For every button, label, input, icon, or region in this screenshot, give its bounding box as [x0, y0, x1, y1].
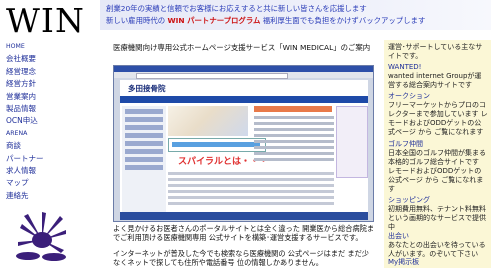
sample-site-screenshot[interactable]: 多田接骨院 スパイラルとは・・・	[113, 65, 374, 222]
nav-item-partner[interactable]: パートナー	[6, 153, 66, 165]
link-golf[interactable]: ゴルフ仲間	[388, 140, 488, 149]
page-title: 医療機関向け専用公式ホームページ支援サービス「WIN MEDICAL」のご案内	[113, 43, 371, 52]
nav-item-deals[interactable]: 商談	[6, 140, 66, 152]
header-banner: 創業20年の実績と信頼でお客様にお応えすると共に新しい皆さんを応援します 新しい…	[100, 0, 491, 30]
right-auction-text: フリーマーケットからプロのコレクターまで参加しています レモードおよびODDゲッ…	[388, 100, 488, 136]
nav-item-philosophy[interactable]: 経営理念	[6, 66, 66, 78]
banner-line-1: 創業20年の実績と信頼でお客様にお応えすると共に新しい皆さんを応援します	[106, 4, 367, 13]
description-paragraph-1: よく見かけるお医者さんのポータルサイトとは全く違った 開業医から総合病院までご利…	[113, 224, 375, 243]
right-meet: 出会い あなたとの出会いを待っている人がいます。のぞいて下さい	[388, 232, 488, 259]
sample-body-text	[168, 172, 334, 208]
sample-left-menu	[122, 106, 166, 216]
nav-item-map[interactable]: マップ	[6, 177, 66, 189]
emblem-icon	[16, 212, 66, 261]
right-intro: 運営･サポートしている主なサイトです。	[388, 43, 488, 61]
right-golf: ゴルフ仲間 日本全国のゴルフ仲間が集まる 本格的ゴルフ総合サイトです レモードお…	[388, 140, 488, 193]
right-intro-text: 運営･サポートしている主なサイトです。	[388, 43, 483, 60]
right-meet-text: あなたとの出会いを待っている人がいます。のぞいて下さい	[388, 240, 486, 258]
nav-item-company[interactable]: 会社概要	[6, 53, 66, 65]
right-sidebar: 運営･サポートしている主なサイトです。 WANTED! wanted inter…	[384, 40, 491, 268]
link-board[interactable]: My掲示板	[388, 258, 488, 267]
nav-item-policy[interactable]: 経営方針	[6, 78, 66, 90]
right-golf-text: 日本全国のゴルフ仲間が集まる 本格的ゴルフ総合サイトです レモードおよびODDゲ…	[388, 148, 486, 193]
sample-navbar	[120, 96, 368, 103]
right-shopping: ショッピング 初期費用無料、テナント料無料という画期的なサービスで提供中	[388, 196, 488, 232]
sample-page: 多田接骨院 スパイラルとは・・・	[120, 80, 368, 220]
nav-item-contact[interactable]: 連絡先	[6, 190, 66, 202]
nav-item-arena[interactable]: ARENA	[6, 128, 66, 140]
sample-photo	[168, 106, 248, 136]
link-meet[interactable]: 出会い	[388, 232, 488, 241]
nav-item-business[interactable]: 営業案内	[6, 91, 66, 103]
banner-line-2-post: 福利厚生面でも負担をかけずバックアップします	[260, 16, 426, 25]
left-nav: HOME 会社概要 経営理念 経営方針 営業案内 製品情報 OCN申込 AREN…	[6, 41, 66, 202]
sample-notice-bar	[254, 106, 332, 112]
right-wanted: WANTED! wanted internet Groupが運営する総合案内サイ…	[388, 63, 488, 90]
nav-item-products[interactable]: 製品情報	[6, 103, 66, 115]
site-logo[interactable]: WIN	[6, 2, 90, 40]
link-wanted[interactable]: WANTED!	[388, 63, 488, 72]
sample-right-box	[336, 106, 368, 178]
right-auction: オークション フリーマーケットからプロのコレクターまで参加しています レモードお…	[388, 92, 488, 137]
right-wanted-text: wanted internet Groupが運営する総合案内サイトです	[388, 71, 482, 89]
right-board: My掲示板	[388, 258, 488, 267]
nav-item-ocn[interactable]: OCN申込	[6, 115, 66, 127]
sample-tag-box	[168, 138, 266, 152]
sample-hospital-name: 多田接骨院	[128, 84, 166, 93]
link-shopping[interactable]: ショッピング	[388, 196, 488, 205]
description-paragraph-2: インターネットが普及した今でも検索なら医療機関の 公式ページはまだ まだ少なくネ…	[113, 249, 369, 268]
nav-item-home[interactable]: HOME	[6, 41, 66, 53]
link-auction[interactable]: オークション	[388, 92, 488, 101]
nav-item-jobs[interactable]: 求人情報	[6, 165, 66, 177]
sample-footer	[120, 212, 368, 220]
banner-brand[interactable]: WIN パートナープログラム	[167, 16, 260, 25]
banner-line-2-pre: 新しい雇用時代の	[106, 16, 168, 25]
sample-text-block	[254, 116, 334, 164]
right-shopping-text: 初期費用無料、テナント料無料という画期的なサービスで提供中	[388, 204, 486, 231]
banner-line-2: 新しい雇用時代の WIN パートナープログラム 福利厚生面でも負担をかけずバック…	[106, 15, 425, 26]
browser-address-bar	[136, 73, 288, 79]
